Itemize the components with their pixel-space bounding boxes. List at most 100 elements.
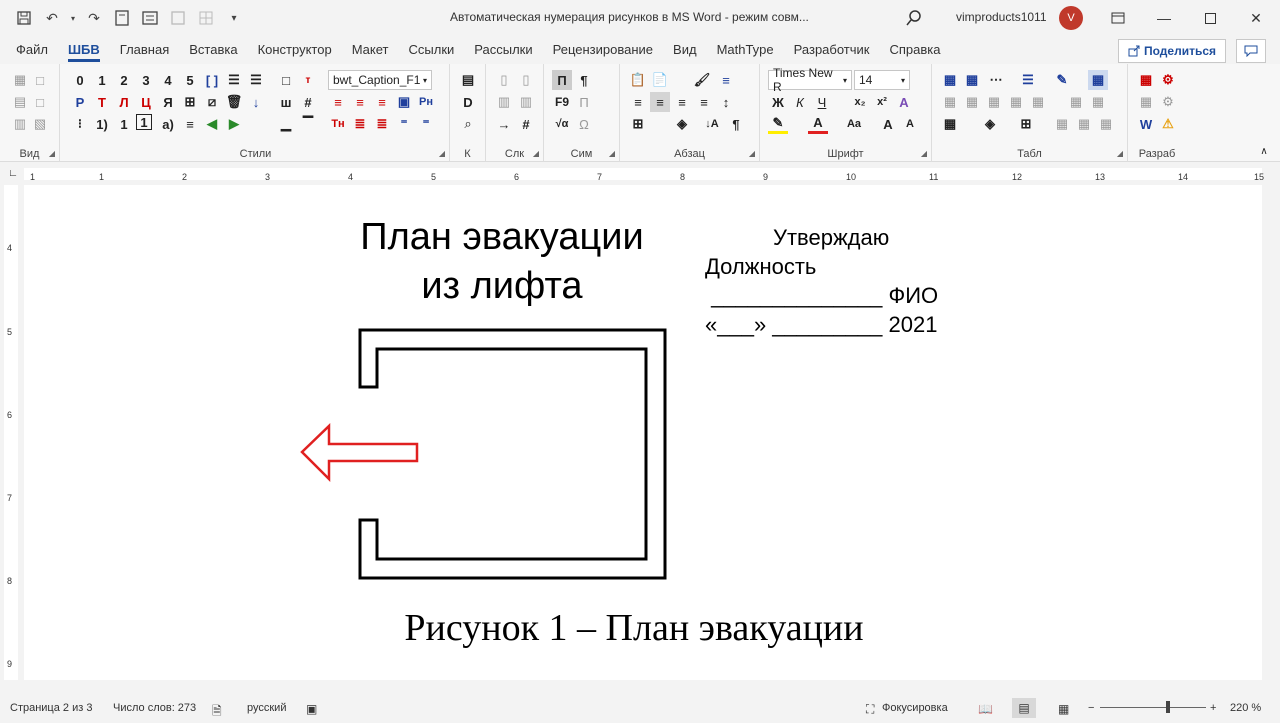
italic-icon[interactable]: К	[790, 92, 810, 112]
table-g9-icon[interactable]: ▦	[1074, 114, 1094, 134]
dev-gear-icon[interactable]: ⚙	[1158, 92, 1178, 112]
arrow-right-icon[interactable]: ▶	[224, 114, 244, 134]
table-edit-2-icon[interactable]: ▦	[962, 70, 982, 90]
line-weight-icon[interactable]: ☰	[1018, 70, 1038, 90]
user-name[interactable]: vimproducts1011	[956, 10, 1047, 24]
calculator-icon[interactable]: ▤	[458, 70, 478, 90]
align-right-icon[interactable]: ≡	[672, 92, 692, 112]
tab-mathtype[interactable]: MathType	[707, 36, 784, 64]
superscript-icon[interactable]: x²	[872, 92, 892, 112]
zoom-slider-thumb[interactable]	[1166, 701, 1170, 713]
pi-gray-icon[interactable]: П	[574, 92, 594, 112]
print-layout-icon[interactable]	[138, 6, 162, 30]
style-num-1-button[interactable]: 1	[114, 114, 134, 134]
f9-icon[interactable]: F9	[552, 92, 572, 112]
table-edit-icon[interactable]: ▦	[940, 70, 960, 90]
pilcrow-box-icon[interactable]: ¶	[574, 70, 594, 90]
bold-icon[interactable]: Ж	[768, 92, 788, 112]
web-layout-icon[interactable]: ▦	[1058, 702, 1069, 716]
document-icon[interactable]	[110, 6, 134, 30]
ribbon-display-icon[interactable]	[1098, 0, 1138, 36]
close-icon[interactable]: ✕	[1236, 0, 1276, 36]
doc-d-icon[interactable]: ▥	[516, 92, 536, 112]
pi-icon[interactable]: П	[552, 70, 572, 90]
paragraph-list-icon[interactable]: ≡	[716, 70, 736, 90]
d-icon[interactable]: D	[458, 92, 478, 112]
tab-mailings[interactable]: Рассылки	[464, 36, 542, 64]
document-page[interactable]: План эвакуации из лифта Утверждаю Должно…	[24, 185, 1262, 680]
dialog-launcher-shrift-icon[interactable]: ◢	[921, 149, 927, 158]
highlight-icon[interactable]: ✎	[768, 114, 788, 134]
omega-icon[interactable]: Ω	[574, 114, 594, 134]
customize-qat-icon[interactable]: ▾	[222, 6, 246, 30]
grid-hash-icon[interactable]: #	[298, 92, 318, 112]
bottom-border-icon[interactable]: ▁	[276, 114, 296, 134]
shrink-font-icon[interactable]: A	[900, 114, 920, 134]
arrow-to-icon[interactable]: →	[494, 114, 514, 134]
save-icon[interactable]	[12, 6, 36, 30]
share-button[interactable]: Поделиться	[1118, 39, 1226, 63]
table-borders-icon[interactable]: ⊞	[1016, 114, 1036, 134]
table-g6-icon[interactable]: ▦	[1066, 92, 1086, 112]
style-1-button[interactable]: 1	[92, 70, 112, 90]
lines-red-icon[interactable]: ≣	[350, 114, 370, 134]
view-icon-6[interactable]: ▧	[30, 114, 50, 134]
tab-file[interactable]: Файл	[6, 36, 58, 64]
collapse-ribbon-icon[interactable]: ∧	[1256, 144, 1272, 158]
undo-icon[interactable]: ↶	[40, 6, 64, 30]
dialog-launcher-slk-icon[interactable]: ◢	[533, 149, 539, 158]
style-3-button[interactable]: 3	[136, 70, 156, 90]
dialog-launcher-sim-icon[interactable]: ◢	[609, 149, 615, 158]
table-g8-icon[interactable]: ▦	[1052, 114, 1072, 134]
subscript-icon[interactable]: x₂	[850, 92, 870, 112]
style-4-button[interactable]: 4	[158, 70, 178, 90]
language[interactable]: русский	[247, 702, 286, 714]
border-style-icon[interactable]: ⋯	[986, 70, 1006, 90]
bullets-icon[interactable]: ⁝	[70, 114, 90, 134]
zoom-slider-track[interactable]	[1100, 707, 1206, 708]
borders-icon[interactable]: ⊞	[628, 114, 648, 134]
tab-layout[interactable]: Макет	[342, 36, 399, 64]
focus-icon[interactable]: ⛶	[866, 702, 874, 717]
find-icon[interactable]: ⌕	[458, 114, 478, 134]
style-letter-paren-button[interactable]: а)	[158, 114, 178, 134]
line-spacing-icon[interactable]: ↕	[716, 92, 736, 112]
align-red-2-icon[interactable]: ≡	[350, 92, 370, 112]
tab-help[interactable]: Справка	[879, 36, 950, 64]
search-icon[interactable]	[904, 8, 924, 28]
list-lines-icon[interactable]: ☰	[224, 70, 244, 90]
indent-icon[interactable]: ≡	[180, 114, 200, 134]
align-left-icon[interactable]: ≡	[628, 92, 648, 112]
font-name-combo[interactable]: Times New R ▾	[768, 66, 852, 94]
view-icon-1[interactable]: ▦	[10, 70, 30, 90]
frame-icon[interactable]: □	[276, 70, 296, 90]
read-mode-icon[interactable]: 📖	[978, 702, 993, 716]
table-g4-icon[interactable]: ▦	[1006, 92, 1026, 112]
underline-icon[interactable]: Ч	[812, 92, 832, 112]
dev-tool-1-icon[interactable]: ▦	[1136, 70, 1156, 90]
grow-font-icon[interactable]: A	[878, 114, 898, 134]
font-size-combo[interactable]: 14 ▾	[854, 70, 910, 90]
page-count[interactable]: Страница 2 из 3	[10, 702, 92, 714]
tab-shbv[interactable]: ШБВ	[58, 36, 110, 64]
minimize-icon[interactable]: —	[1144, 0, 1184, 36]
dev-settings-icon[interactable]: ⚙	[1158, 70, 1178, 90]
text-t-icon[interactable]: т	[298, 70, 318, 90]
horizontal-ruler[interactable]: ∟ 1 1 2 3 4 5 6 7 8 9 10 11 12 13 14 15	[0, 163, 1280, 185]
tab-selector-icon[interactable]: ∟	[6, 165, 20, 181]
dialog-launcher-icon[interactable]: ◢	[49, 149, 55, 158]
top-border-icon[interactable]: ▔	[298, 114, 318, 134]
zoom-out-icon[interactable]: −	[1088, 702, 1094, 714]
sort-icon[interactable]: ↓A	[702, 114, 722, 134]
box-blue-icon[interactable]: ▣	[394, 92, 414, 112]
format-painter-icon[interactable]: 🖌	[692, 70, 712, 90]
hash-icon[interactable]: #	[516, 114, 536, 134]
paste-icon[interactable]: 📄	[650, 70, 670, 90]
doc-a-icon[interactable]: ▯	[494, 70, 514, 90]
dialog-launcher-styles-icon[interactable]: ◢	[439, 149, 445, 158]
view-icon-2[interactable]: □	[30, 70, 50, 90]
table-shading-icon[interactable]: ◈	[980, 114, 1000, 134]
tab-home[interactable]: Главная	[110, 36, 179, 64]
sha-icon[interactable]: ш	[276, 92, 296, 112]
align-center-icon[interactable]: ≡	[650, 92, 670, 112]
